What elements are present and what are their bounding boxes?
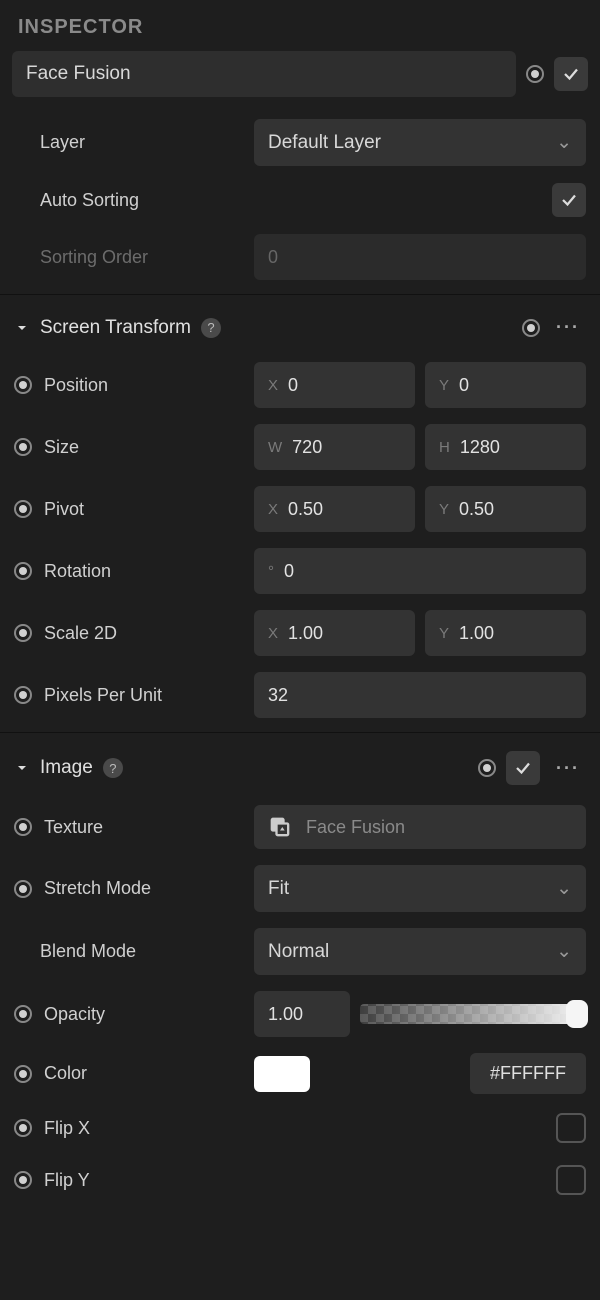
texture-picker[interactable]: Face Fusion — [254, 805, 586, 849]
layer-select[interactable]: Default Layer ⌄ — [254, 119, 586, 166]
degree-prefix: ° — [268, 563, 274, 580]
pivot-x-input[interactable] — [288, 499, 401, 520]
texture-label: Texture — [44, 817, 103, 838]
w-prefix: W — [268, 439, 282, 456]
help-icon[interactable]: ? — [103, 758, 123, 778]
scale2d-y-input[interactable] — [459, 623, 572, 644]
pivot-label: Pivot — [44, 499, 84, 520]
pivot-y-input[interactable] — [459, 499, 572, 520]
image-enabled-check[interactable] — [506, 751, 540, 785]
image-header[interactable]: Image ? ··· — [0, 739, 600, 797]
chevron-down-icon: ⌄ — [556, 877, 572, 900]
chevron-down-icon: ⌄ — [556, 940, 572, 963]
size-w-input[interactable] — [292, 437, 401, 458]
panel-title: INSPECTOR — [0, 0, 600, 51]
flipy-checkbox[interactable] — [556, 1165, 586, 1195]
help-icon[interactable]: ? — [201, 318, 221, 338]
position-label: Position — [44, 375, 108, 396]
flipx-label: Flip X — [44, 1118, 90, 1139]
color-swatch[interactable] — [254, 1056, 310, 1092]
color-label: Color — [44, 1063, 87, 1084]
opacity-input[interactable] — [268, 1004, 336, 1025]
slider-thumb[interactable] — [566, 1000, 588, 1028]
object-visibility-radio[interactable] — [526, 65, 544, 83]
layer-value: Default Layer — [268, 132, 381, 154]
size-h-input[interactable] — [460, 437, 572, 458]
position-x-input[interactable] — [288, 375, 401, 396]
divider — [0, 732, 600, 733]
texture-value: Face Fusion — [306, 817, 405, 838]
stretch-mode-select[interactable]: Fit ⌄ — [254, 865, 586, 912]
layer-label: Layer — [40, 132, 85, 153]
chevron-down-icon: ⌄ — [556, 131, 572, 154]
stretch-label: Stretch Mode — [44, 878, 151, 899]
screen-transform-radio[interactable] — [522, 319, 540, 337]
texture-icon — [266, 813, 294, 841]
auto-sorting-label: Auto Sorting — [40, 190, 139, 211]
auto-sorting-checkbox[interactable] — [552, 183, 586, 217]
opacity-label: Opacity — [44, 1004, 105, 1025]
object-name-input[interactable] — [12, 51, 516, 97]
y-prefix: Y — [439, 501, 449, 518]
image-title: Image — [40, 757, 93, 779]
ppu-keyframe-radio[interactable] — [14, 686, 32, 704]
blend-mode-select[interactable]: Normal ⌄ — [254, 928, 586, 975]
flipx-keyframe-radio[interactable] — [14, 1119, 32, 1137]
size-keyframe-radio[interactable] — [14, 438, 32, 456]
scale2d-keyframe-radio[interactable] — [14, 624, 32, 642]
screen-transform-header[interactable]: Screen Transform ? ··· — [0, 301, 600, 354]
ppu-label: Pixels Per Unit — [44, 685, 162, 706]
more-icon[interactable]: ··· — [550, 313, 586, 342]
opacity-slider[interactable] — [360, 1004, 586, 1024]
rotation-keyframe-radio[interactable] — [14, 562, 32, 580]
x-prefix: X — [268, 625, 278, 642]
ppu-input[interactable] — [268, 685, 572, 706]
pivot-keyframe-radio[interactable] — [14, 500, 32, 518]
opacity-keyframe-radio[interactable] — [14, 1005, 32, 1023]
color-hex-button[interactable]: #FFFFFF — [470, 1053, 586, 1094]
stretch-value: Fit — [268, 878, 289, 900]
chevron-down-icon[interactable] — [14, 760, 30, 776]
x-prefix: X — [268, 377, 278, 394]
chevron-down-icon[interactable] — [14, 320, 30, 336]
screen-transform-title: Screen Transform — [40, 317, 191, 339]
y-prefix: Y — [439, 625, 449, 642]
sorting-order-label: Sorting Order — [40, 247, 148, 268]
scale2d-x-input[interactable] — [288, 623, 401, 644]
color-keyframe-radio[interactable] — [14, 1065, 32, 1083]
h-prefix: H — [439, 439, 450, 456]
position-y-input[interactable] — [459, 375, 572, 396]
more-icon[interactable]: ··· — [550, 754, 586, 783]
scale2d-label: Scale 2D — [44, 623, 117, 644]
sorting-order-input — [268, 247, 572, 268]
image-radio[interactable] — [478, 759, 496, 777]
size-label: Size — [44, 437, 79, 458]
flipy-label: Flip Y — [44, 1170, 90, 1191]
flipx-checkbox[interactable] — [556, 1113, 586, 1143]
inspector-panel: INSPECTOR Layer Default Layer ⌄ Auto Sor… — [0, 0, 600, 1206]
divider — [0, 294, 600, 295]
rotation-label: Rotation — [44, 561, 111, 582]
rotation-input[interactable] — [284, 561, 572, 582]
texture-keyframe-radio[interactable] — [14, 818, 32, 836]
blend-value: Normal — [268, 941, 329, 963]
object-enabled-check[interactable] — [554, 57, 588, 91]
stretch-keyframe-radio[interactable] — [14, 880, 32, 898]
x-prefix: X — [268, 501, 278, 518]
blend-label: Blend Mode — [40, 941, 136, 962]
y-prefix: Y — [439, 377, 449, 394]
flipy-keyframe-radio[interactable] — [14, 1171, 32, 1189]
position-keyframe-radio[interactable] — [14, 376, 32, 394]
